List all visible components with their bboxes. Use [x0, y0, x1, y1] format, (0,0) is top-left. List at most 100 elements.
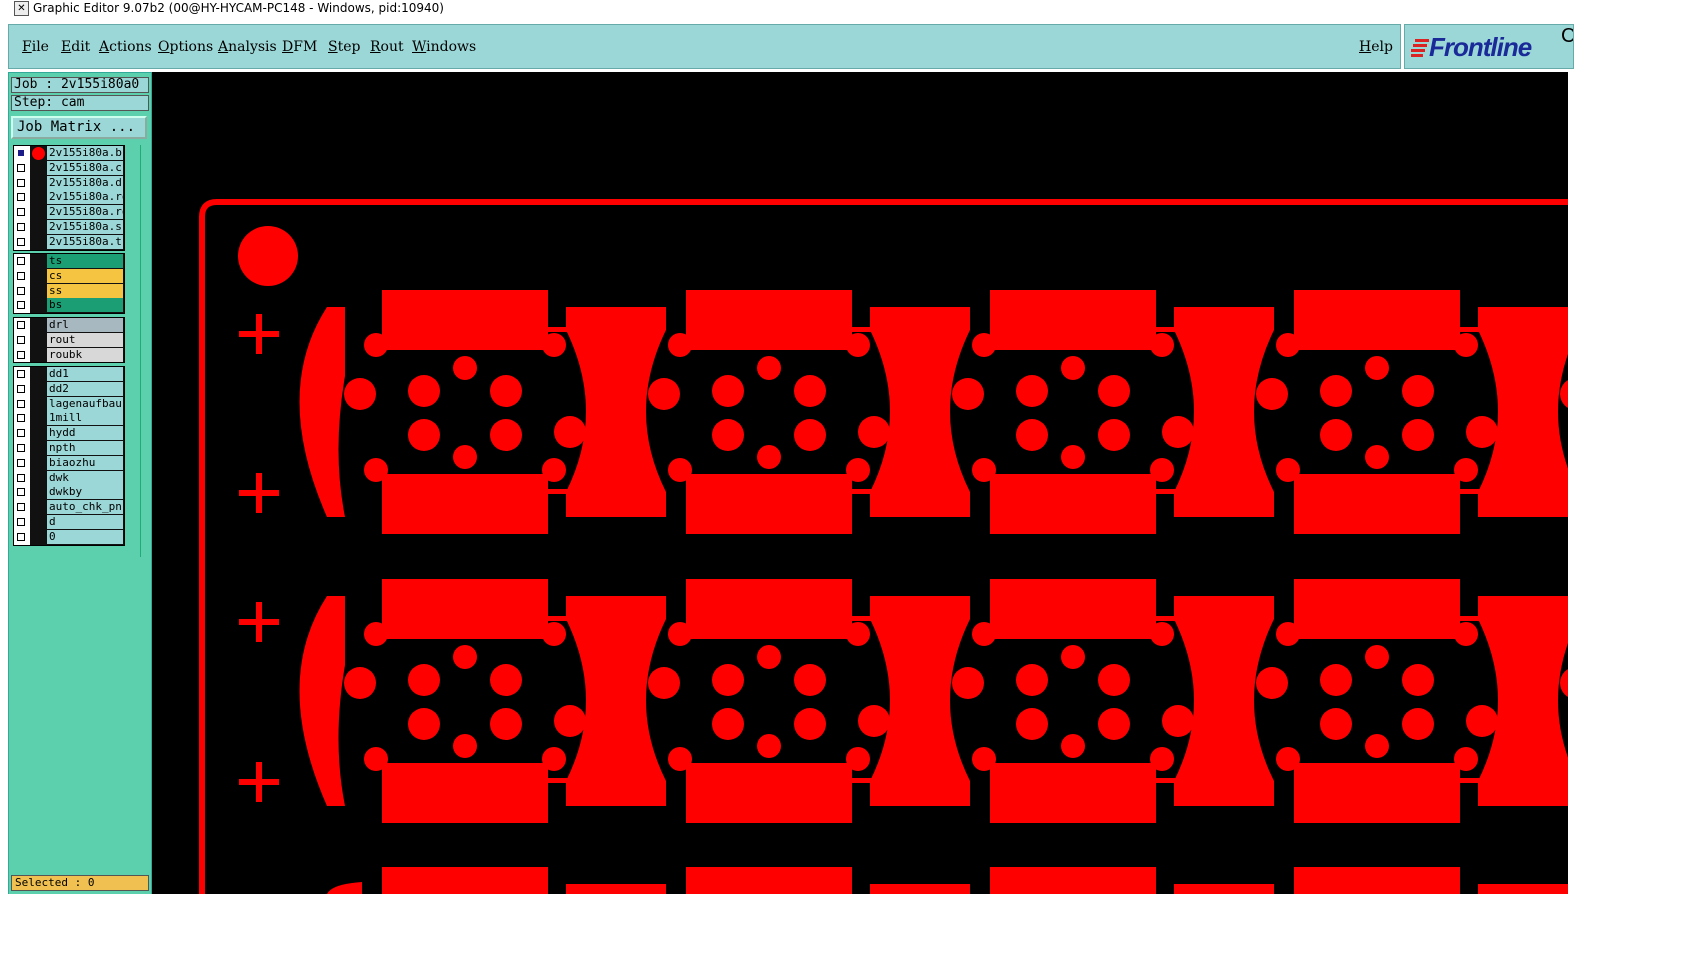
layer-checkbox[interactable]: [17, 488, 25, 497]
layer-name[interactable]: hydd: [47, 426, 123, 441]
layer-name[interactable]: dwkby: [47, 485, 123, 500]
layer-checkbox[interactable]: [17, 443, 25, 452]
layer-row[interactable]: ss: [14, 283, 124, 299]
layer-checkbox[interactable]: [17, 335, 25, 344]
layer-name[interactable]: 2v155i80a.ro: [47, 190, 123, 205]
layer-name[interactable]: dd1: [47, 367, 123, 381]
pcb-pad-top: [686, 290, 852, 350]
layer-row[interactable]: 2v155i80a.bs: [14, 146, 124, 161]
menu-step[interactable]: Step: [328, 39, 360, 55]
menu-dfm[interactable]: DFM: [282, 39, 317, 55]
layer-row[interactable]: 2v155i80a.dr: [14, 175, 124, 191]
layer-name[interactable]: drl: [47, 318, 123, 332]
menu-edit[interactable]: Edit: [61, 39, 90, 55]
layer-checkbox[interactable]: [17, 517, 25, 526]
layer-row[interactable]: roubk: [14, 347, 124, 363]
layer-checkbox[interactable]: [17, 163, 25, 172]
layer-row[interactable]: drl: [14, 318, 124, 333]
menu-actions[interactable]: Actions: [99, 39, 152, 55]
layer-name[interactable]: roubk: [47, 347, 123, 362]
layer-row[interactable]: dd1: [14, 367, 124, 382]
layer-checkbox[interactable]: [17, 503, 25, 512]
layer-name[interactable]: dd2: [47, 381, 123, 396]
layer-row[interactable]: dwkby: [14, 485, 124, 501]
layer-row[interactable]: dd2: [14, 381, 124, 397]
layer-checkbox[interactable]: [17, 208, 25, 217]
layer-name[interactable]: npth: [47, 440, 123, 455]
layer-row[interactable]: npth: [14, 440, 124, 456]
layer-row[interactable]: lagenaufbau: [14, 396, 124, 412]
layer-row[interactable]: 0: [14, 529, 124, 545]
layer-row[interactable]: d: [14, 514, 124, 530]
layer-row[interactable]: cs: [14, 268, 124, 284]
layer-name[interactable]: auto_chk_pn: [47, 500, 123, 515]
pcb-hole-pad: [1560, 380, 1568, 408]
layer-row[interactable]: 2v155i80a.cs: [14, 160, 124, 176]
layer-name[interactable]: 1mill: [47, 411, 123, 426]
layer-row[interactable]: 2v155i80a.ro: [14, 205, 124, 220]
layer-name[interactable]: 0: [47, 529, 123, 544]
app-icon: ✕: [14, 1, 29, 16]
menu-rout[interactable]: Rout: [370, 39, 404, 55]
layer-row[interactable]: 2v155i80a.ss: [14, 219, 124, 235]
layer-checkbox[interactable]: [17, 414, 25, 423]
layer-checkbox[interactable]: [17, 301, 25, 310]
layer-checkbox[interactable]: [17, 178, 25, 187]
layer-checkbox[interactable]: [17, 222, 25, 231]
layer-name[interactable]: ts: [47, 254, 123, 268]
layer-name[interactable]: lagenaufbau: [47, 396, 123, 411]
layer-row[interactable]: dwk: [14, 470, 124, 486]
layer-checkbox[interactable]: [17, 237, 25, 246]
layer-row[interactable]: rout: [14, 332, 124, 348]
layer-name[interactable]: 2v155i80a.ss: [47, 219, 123, 234]
layer-name[interactable]: cs: [47, 268, 123, 283]
layer-name[interactable]: 2v155i80a.ts: [47, 234, 123, 249]
layer-checkbox[interactable]: [17, 257, 25, 265]
pcb-drawing[interactable]: [152, 72, 1568, 894]
layer-checkbox[interactable]: [17, 370, 25, 378]
layer-name[interactable]: 2v155i80a.bs: [47, 146, 123, 160]
menu-options[interactable]: Options: [158, 39, 213, 55]
layer-row[interactable]: ts: [14, 254, 124, 269]
layer-name[interactable]: 2v155i80a.dr: [47, 175, 123, 190]
layer-checkbox[interactable]: [17, 473, 25, 482]
pcb-hole-pad: [712, 664, 744, 696]
layer-checkbox[interactable]: [17, 193, 25, 202]
job-name: Job : 2v155i80a0: [11, 77, 149, 93]
graphic-canvas[interactable]: [152, 72, 1568, 894]
layer-row[interactable]: 2v155i80a.ts: [14, 234, 124, 250]
layer-name[interactable]: bs: [47, 298, 123, 313]
menu-file[interactable]: File: [22, 39, 49, 55]
layer-name[interactable]: 2v155i80a.cs: [47, 160, 123, 175]
layer-name[interactable]: 2v155i80a.ro: [47, 205, 123, 220]
layer-row[interactable]: biaozhu: [14, 455, 124, 471]
layer-row[interactable]: hydd: [14, 426, 124, 441]
layer-checkbox[interactable]: [17, 384, 25, 393]
layer-name[interactable]: ss: [47, 283, 123, 298]
layer-checkbox[interactable]: [17, 321, 25, 329]
layer-row[interactable]: 2v155i80a.ro: [14, 190, 124, 206]
pcb-edge-arc: [299, 596, 345, 806]
layer-checkbox[interactable]: [17, 271, 25, 280]
layer-checkbox[interactable]: [17, 350, 25, 359]
menu-analysis[interactable]: Analysis: [218, 39, 277, 55]
menu-help[interactable]: Help: [1359, 39, 1393, 55]
layer-name[interactable]: biaozhu: [47, 455, 123, 470]
alignment-cross: [256, 762, 262, 802]
layer-checkbox[interactable]: [17, 286, 25, 295]
layer-row[interactable]: 1mill: [14, 411, 124, 427]
layer-name[interactable]: dwk: [47, 470, 123, 485]
layer-row[interactable]: bs: [14, 298, 124, 314]
layer-row[interactable]: auto_chk_pn: [14, 500, 124, 515]
layer-checkbox[interactable]: [17, 399, 25, 408]
layer-checkbox[interactable]: [17, 429, 25, 438]
pcb-bridge: [1460, 616, 1480, 621]
layer-name[interactable]: d: [47, 514, 123, 529]
layer-checkbox[interactable]: [17, 149, 25, 157]
layer-checkbox[interactable]: [17, 532, 25, 541]
layer-name[interactable]: rout: [47, 332, 123, 347]
layer-checkbox[interactable]: [17, 458, 25, 467]
menu-windows[interactable]: Windows: [412, 39, 476, 55]
pcb-bump: [757, 734, 781, 758]
job-matrix-button[interactable]: Job Matrix ...: [11, 116, 147, 139]
